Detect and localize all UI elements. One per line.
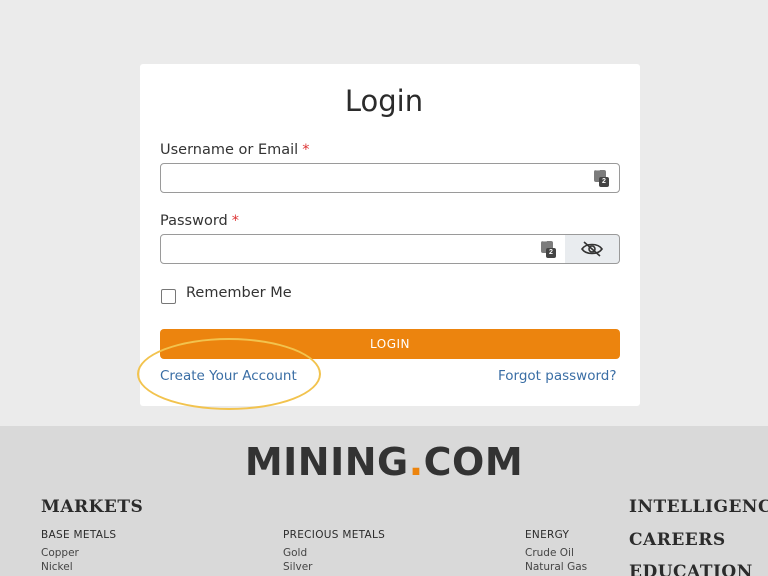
footer-column-heading[interactable]: BASE METALS — [41, 529, 116, 541]
create-account-link[interactable]: Create Your Account — [160, 368, 297, 384]
password-manager-icon[interactable]: 2 — [594, 167, 609, 187]
footer-link[interactable]: Crude Oil — [525, 547, 574, 559]
password-label: Password * — [160, 213, 239, 229]
footer-link[interactable]: Gold — [283, 547, 307, 559]
password-manager-icon[interactable]: 2 — [541, 238, 556, 258]
footer-intelligence-link[interactable]: INTELLIGENCE — [629, 497, 768, 517]
login-button[interactable]: LOGIN — [160, 329, 620, 359]
badge-count-icon: 2 — [546, 248, 556, 258]
password-field[interactable] — [160, 234, 566, 264]
eye-slash-icon — [581, 241, 603, 257]
remember-me-checkbox[interactable] — [161, 289, 176, 304]
footer-education-link[interactable]: EDUCATION — [629, 562, 753, 576]
username-label-text: Username or Email — [160, 142, 299, 158]
required-mark: * — [302, 142, 310, 158]
footer-column-heading[interactable]: PRECIOUS METALS — [283, 529, 385, 541]
remember-me-label[interactable]: Remember Me — [186, 285, 292, 301]
footer-markets-heading[interactable]: MARKETS — [41, 497, 143, 517]
toggle-password-visibility-button[interactable] — [565, 234, 620, 264]
logo-dot: . — [408, 440, 424, 484]
login-title: Login — [344, 84, 424, 118]
required-mark: * — [231, 213, 239, 229]
footer-link[interactable]: Silver — [283, 561, 313, 573]
username-label: Username or Email * — [160, 142, 309, 158]
footer-column-heading[interactable]: ENERGY — [525, 529, 569, 541]
site-logo[interactable]: MINING.COM — [0, 440, 768, 484]
footer-link[interactable]: Nickel — [41, 561, 73, 573]
logo-main-text: MINING — [244, 440, 409, 484]
password-input[interactable] — [161, 235, 565, 263]
badge-count-icon: 2 — [599, 177, 609, 187]
forgot-password-link[interactable]: Forgot password? — [498, 368, 617, 384]
username-input[interactable] — [161, 164, 619, 192]
footer-careers-link[interactable]: CAREERS — [629, 530, 726, 550]
username-field[interactable] — [160, 163, 620, 193]
footer-link[interactable]: Copper — [41, 547, 79, 559]
logo-tail-text: COM — [423, 440, 524, 484]
footer-link[interactable]: Natural Gas — [525, 561, 587, 573]
password-label-text: Password — [160, 213, 228, 229]
